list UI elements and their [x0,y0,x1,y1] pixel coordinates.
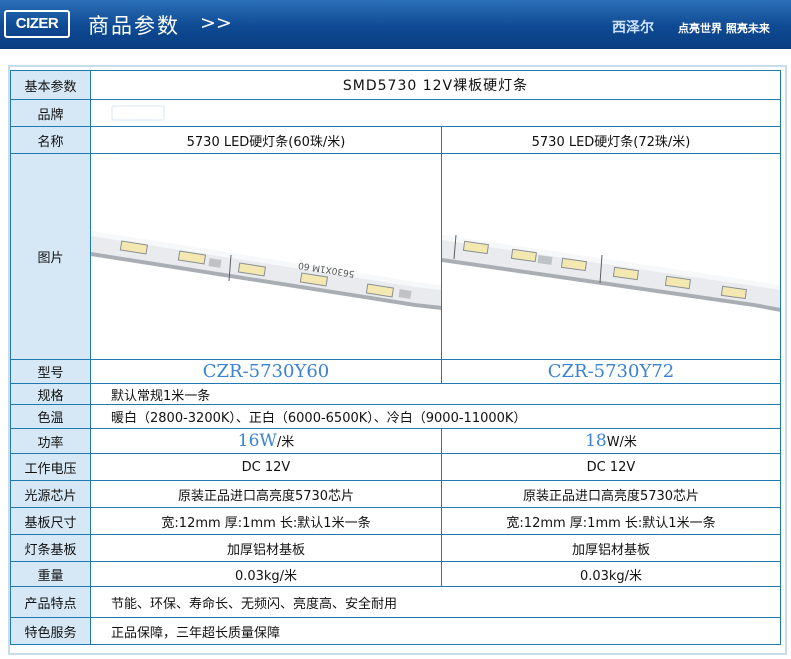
brand-logo-cell [90,99,781,127]
row-label: 图片 [10,153,91,360]
row-label: 光源芯片 [10,480,91,508]
row-label: 工作电压 [10,453,91,481]
table-row: 名称 5730 LED硬灯条(60珠/米) 5730 LED硬灯条(72珠/米) [10,126,781,154]
double-chevron-icon: >> [200,12,232,34]
color-temp-value: 暖白（2800-3200K）、正白（6000-6500K）、冷白（9000-11… [90,404,781,429]
row-label: 基板尺寸 [10,507,91,535]
table-row: 功率 16W/米 18W/米 [10,428,781,454]
row-label: 功率 [10,428,91,454]
table-row: 型号 CZR-5730Y60 CZR-5730Y72 [10,359,781,384]
power-unit: W/米 [606,435,637,450]
row-label: 名称 [10,126,91,154]
table-row: 光源芯片 原装正品进口高亮度5730芯片 原装正品进口高亮度5730芯片 [10,480,781,508]
product-image: 5630X1M 60 [90,153,442,360]
table-row: 特色服务 正品保障，三年超长质量保障 [10,617,781,645]
brand-name: 西泽尔 [612,20,654,36]
board-value: 加厚铝材基板 [441,534,781,562]
product-name: 5730 LED硬灯条(72珠/米) [441,126,781,154]
row-label: 品牌 [10,99,91,127]
row-label: 基本参数 [10,70,91,100]
row-label: 规格 [10,383,91,405]
table-row: 基板尺寸 宽:12mm 厚:1mm 长:默认1米一条 宽:12mm 厚:1mm … [10,507,781,535]
table-row: 灯条基板 加厚铝材基板 加厚铝材基板 [10,534,781,562]
power-value: 16W/米 [90,428,442,454]
row-label: 型号 [10,359,91,384]
power-unit: /米 [276,435,295,450]
table-row: 规格 默认常规1米一条 [10,383,781,405]
table-row: 基本参数 SMD5730 12V裸板硬灯条 [10,70,781,100]
power-number: 16W [237,431,277,451]
row-label: 重量 [10,561,91,587]
led-strip-photo [442,234,780,312]
brand-slogan: 点亮世界 照亮未来 [678,22,770,35]
product-image [441,153,781,360]
service-value: 正品保障，三年超长质量保障 [90,617,781,645]
spec-table: 基本参数 SMD5730 12V裸板硬灯条 品牌 名称 5730 LED硬灯条(… [10,70,781,645]
table-row: 产品特点 节能、环保、寿命长、无频闪、亮度高、安全耐用 [10,586,781,618]
power-value: 18W/米 [441,428,781,454]
row-label: 色温 [10,404,91,429]
size-value: 宽:12mm 厚:1mm 长:默认1米一条 [441,507,781,535]
size-value: 宽:12mm 厚:1mm 长:默认1米一条 [90,507,442,535]
voltage-value: DC 12V [90,453,442,481]
row-label: 特色服务 [10,617,91,645]
voltage-value: DC 12V [441,453,781,481]
section-title: 商品参数 [88,14,180,38]
chip-value: 原装正品进口高亮度5730芯片 [441,480,781,508]
led-strip-photo: 5630X1M 60 [91,230,441,310]
row-label: 产品特点 [10,586,91,618]
table-row: 色温 暖白（2800-3200K）、正白（6000-6500K）、冷白（9000… [10,404,781,429]
product-title: SMD5730 12V裸板硬灯条 [90,70,781,100]
model-number: CZR-5730Y60 [90,359,442,384]
feature-value: 节能、环保、寿命长、无频闪、亮度高、安全耐用 [90,586,781,618]
page-header: CIZER 商品参数 >> 西泽尔 点亮世界 照亮未来 [0,0,791,49]
model-number: CZR-5730Y72 [441,359,781,384]
brand-logo-image [111,105,165,121]
chip-value: 原装正品进口高亮度5730芯片 [90,480,442,508]
weight-value: 0.03kg/米 [441,561,781,587]
spec-value: 默认常规1米一条 [90,383,781,405]
brand-logo: CIZER [4,10,70,38]
table-row: 工作电压 DC 12V DC 12V [10,453,781,481]
table-row: 重量 0.03kg/米 0.03kg/米 [10,561,781,587]
table-row: 品牌 [10,99,781,127]
product-name: 5730 LED硬灯条(60珠/米) [90,126,442,154]
table-row: 图片 5630X1M 60 [10,153,781,360]
row-label: 灯条基板 [10,534,91,562]
power-number: 18 [585,431,607,451]
weight-value: 0.03kg/米 [90,561,442,587]
board-value: 加厚铝材基板 [90,534,442,562]
